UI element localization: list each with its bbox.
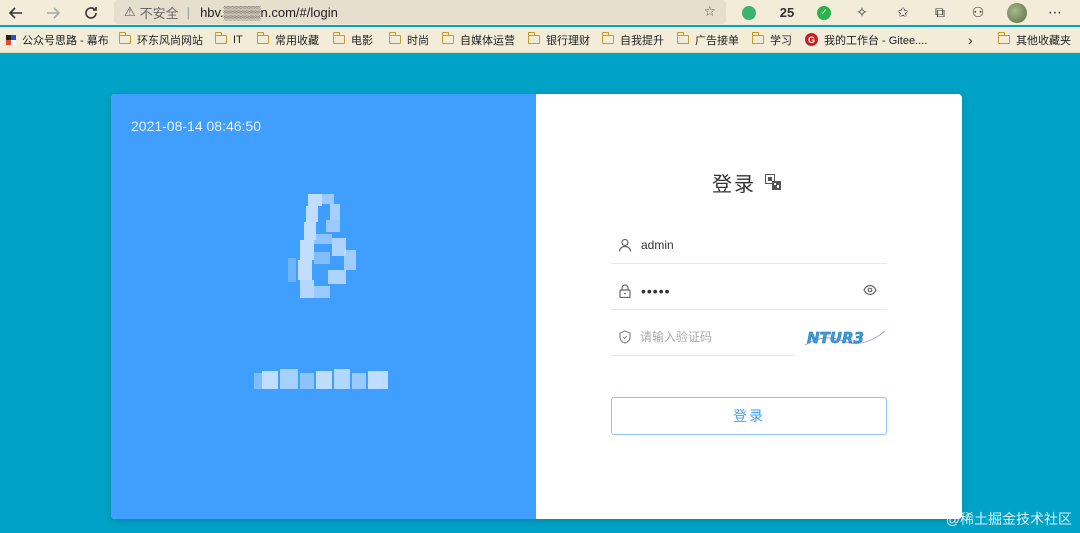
collections-icon: ⧉	[935, 4, 945, 20]
bookmark-label: 学习	[770, 34, 792, 47]
brand-name-pixelated	[254, 369, 388, 389]
security-label: 不安全	[139, 5, 179, 21]
profile-sync-button[interactable]: ⚇	[964, 0, 992, 25]
brand-panel: 2021-08-14 08:46:50	[111, 94, 536, 519]
login-button[interactable]: 登录	[611, 397, 887, 435]
watermark: @稀土掘金技术社区	[945, 511, 1072, 527]
bookmark-folder[interactable]: IT	[215, 27, 243, 53]
extension-green-button[interactable]	[735, 0, 763, 25]
back-button[interactable]	[3, 0, 29, 25]
bookmark-label: 自我提升	[620, 34, 664, 47]
add-favorite-icon[interactable]: ☆	[703, 3, 716, 20]
bookmark-label: 时尚	[407, 34, 429, 47]
bookmark-label: 环东风尚网站	[137, 34, 203, 47]
login-card: 2021-08-14 08:46:50 登录 admin ••••• 请输入验证…	[111, 94, 962, 519]
bookmarks-overflow-button[interactable]: ›	[968, 27, 973, 53]
green-puzzle-icon	[742, 5, 756, 20]
profile-button[interactable]	[1003, 0, 1031, 25]
folder-icon	[442, 32, 454, 44]
arrow-right-icon	[47, 6, 61, 19]
eye-icon[interactable]	[863, 283, 877, 297]
bookmark-folder[interactable]: 广告接单	[677, 27, 739, 53]
login-title: 登录	[712, 174, 756, 196]
arrow-left-icon	[8, 6, 22, 19]
chevron-right-icon: ›	[968, 31, 973, 48]
folder-icon	[752, 32, 764, 44]
lock-icon	[611, 283, 639, 298]
password-field	[611, 272, 887, 310]
captcha-field	[611, 318, 795, 356]
folder-icon	[998, 32, 1010, 44]
bookmark-label: 常用收藏	[275, 34, 319, 47]
password-input[interactable]	[639, 282, 887, 299]
bookmark-folder[interactable]: 学习	[752, 27, 792, 53]
bookmarks-bar: 公众号思路 - 幕布 环东风尚网站 IT 常用收藏 电影 时尚 自媒体运营 银行…	[0, 27, 1080, 53]
captcha-image[interactable]: NTUR3	[803, 323, 887, 351]
brand-logo-pixelated	[288, 194, 356, 298]
bookmark-label: 自媒体运营	[460, 34, 515, 47]
address-bar[interactable]: ⚠ 不安全 | hbv.▒▒▒▒n.com/#/login ☆	[114, 0, 726, 24]
username-field	[611, 226, 887, 264]
address-separator: |	[186, 4, 191, 20]
bookmark-item[interactable]: G 我的工作台 - Gitee....	[805, 27, 927, 53]
bookmark-label: 电影	[351, 34, 373, 47]
check-circle-icon: ✓	[817, 5, 831, 20]
bookmark-folder[interactable]: 电影	[333, 27, 373, 53]
shield-icon	[611, 329, 638, 344]
folder-icon	[677, 32, 689, 44]
more-menu-button[interactable]: ⋯	[1041, 0, 1069, 25]
folder-icon	[257, 32, 269, 44]
extension-badge-button[interactable]: 25	[773, 0, 801, 25]
bookmark-folder[interactable]: 自媒体运营	[442, 27, 515, 53]
browser-toolbar: ⚠ 不安全 | hbv.▒▒▒▒n.com/#/login ☆ 25 ✓ ✧ ✩…	[0, 0, 1080, 25]
forward-button[interactable]	[40, 0, 66, 25]
folder-icon	[528, 32, 540, 44]
people-icon: ⚇	[971, 4, 985, 20]
bookmark-folder[interactable]: 银行理财	[528, 27, 590, 53]
folder-icon	[215, 32, 227, 44]
captcha-text: NTUR3	[807, 329, 864, 347]
qr-code-icon[interactable]	[765, 174, 781, 190]
bookmark-label: IT	[233, 33, 243, 46]
star-list-icon: ✩	[897, 4, 909, 20]
bookmark-label: 广告接单	[695, 34, 739, 47]
username-input[interactable]	[639, 237, 887, 252]
reload-button[interactable]	[78, 0, 104, 25]
folder-icon	[602, 32, 614, 44]
favorites-button[interactable]: ✩	[889, 0, 917, 25]
ellipsis-icon: ⋯	[1048, 4, 1062, 20]
collections-button[interactable]: ⧉	[926, 0, 954, 25]
puzzle-icon: ✧	[856, 4, 868, 20]
folder-icon	[333, 32, 345, 44]
bookmark-folder[interactable]: 常用收藏	[257, 27, 319, 53]
extensions-button[interactable]: ✧	[848, 0, 876, 25]
bookmark-label: 银行理财	[546, 34, 590, 47]
bookmark-label: 我的工作台 - Gitee....	[824, 34, 928, 47]
bookmark-label: 公众号思路 - 幕布	[22, 34, 109, 47]
bookmark-item[interactable]: 公众号思路 - 幕布	[6, 27, 109, 53]
mubu-icon	[6, 34, 16, 45]
login-form-panel: 登录 NTU	[536, 94, 962, 519]
bookmark-label: 其他收藏夹	[1016, 34, 1071, 47]
warning-icon: ⚠	[124, 4, 136, 19]
folder-icon	[119, 32, 131, 44]
bookmark-folder[interactable]: 时尚	[389, 27, 429, 53]
reload-icon	[85, 6, 97, 19]
gitee-icon: G	[805, 33, 818, 46]
folder-icon	[389, 32, 401, 44]
current-datetime: 2021-08-14 08:46:50	[131, 118, 261, 134]
other-bookmarks-folder[interactable]: 其他收藏夹	[998, 27, 1071, 53]
bookmark-folder[interactable]: 环东风尚网站	[119, 27, 203, 53]
url-text: hbv.▒▒▒▒n.com/#/login	[200, 4, 338, 20]
captcha-input[interactable]	[638, 329, 795, 344]
user-icon	[611, 238, 639, 252]
avatar	[1007, 2, 1027, 23]
bookmark-folder[interactable]: 自我提升	[602, 27, 664, 53]
extension-check-button[interactable]: ✓	[810, 0, 838, 25]
